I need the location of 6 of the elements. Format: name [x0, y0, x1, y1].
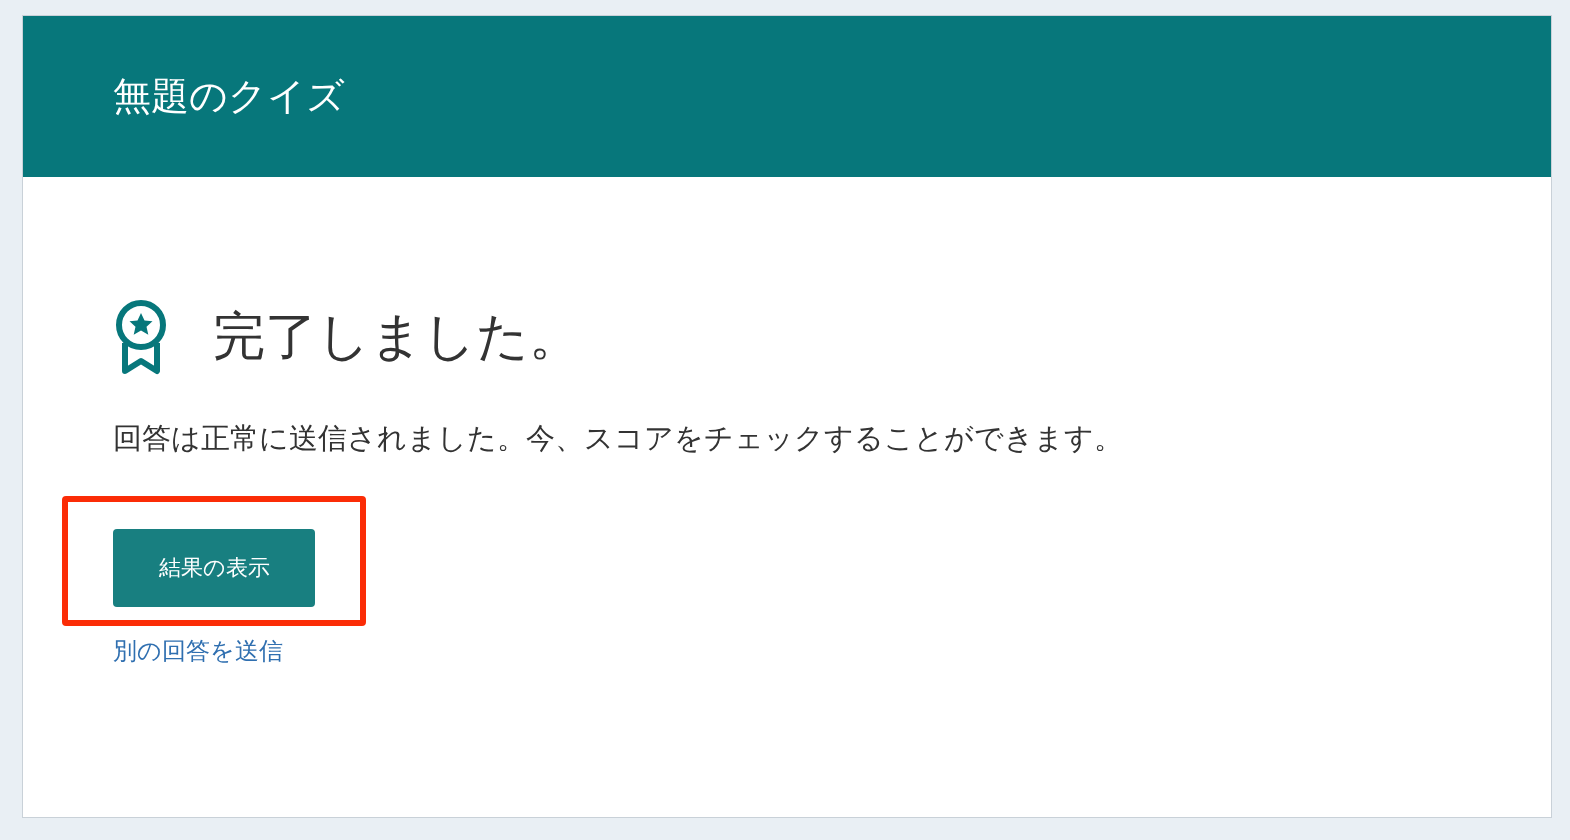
submit-another-response-link[interactable]: 別の回答を送信	[113, 635, 283, 667]
award-ribbon-icon	[113, 299, 169, 375]
completion-heading: 完了しました。	[213, 305, 581, 368]
view-results-button[interactable]: 結果の表示	[113, 529, 315, 607]
quiz-title: 無題のクイズ	[113, 73, 345, 120]
completion-message: 回答は正常に送信されました。今、スコアをチェックすることができます。	[113, 420, 1124, 457]
